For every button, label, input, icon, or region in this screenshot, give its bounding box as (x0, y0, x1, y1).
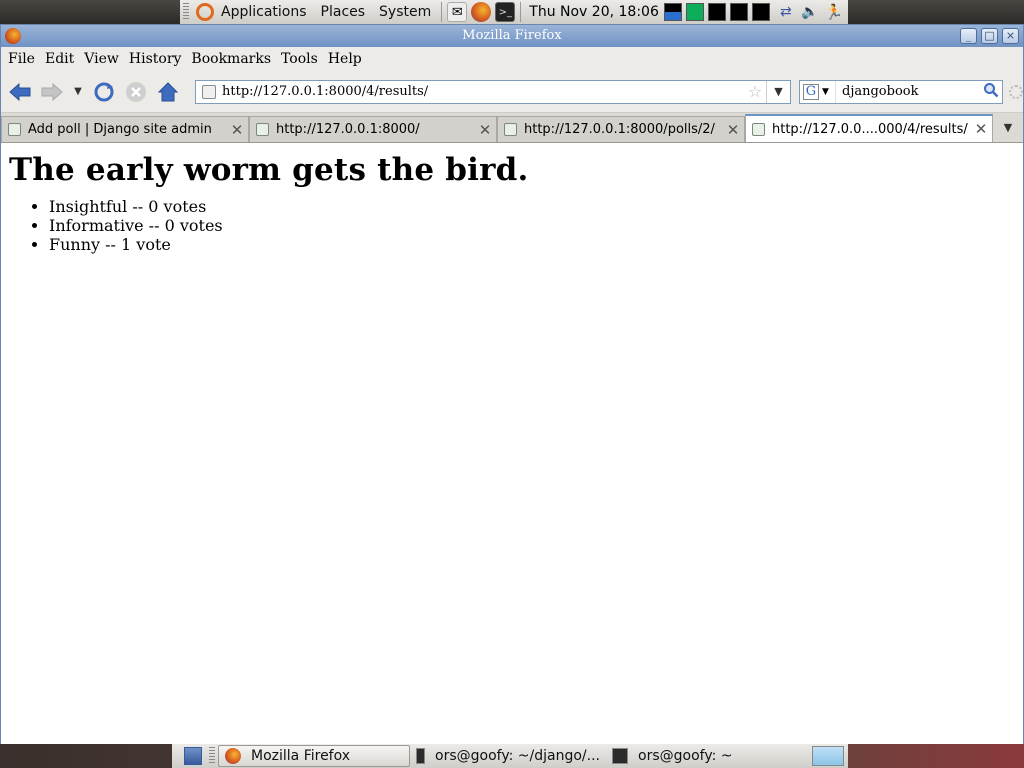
swap-monitor-icon (729, 3, 748, 21)
places-menu[interactable]: Places (314, 0, 373, 24)
terminal-icon (612, 748, 628, 764)
search-bar[interactable]: G ▼ djangobook (799, 79, 1003, 104)
bottom-panel: Mozilla Firefox ors@goofy: ~/django/... … (0, 744, 1024, 768)
task-label: ors@goofy: ~ (638, 748, 733, 764)
url-dropdown-button[interactable]: ▼ (766, 80, 790, 103)
google-icon: G (803, 83, 819, 100)
url-input[interactable]: http://127.0.0.1:8000/4/results/ (222, 84, 744, 99)
home-icon (157, 81, 179, 101)
firefox-icon[interactable] (471, 2, 492, 22)
panel-separator (520, 2, 522, 22)
forward-arrow-icon (41, 82, 63, 101)
cpu-monitor-icon (663, 3, 682, 21)
history-dropdown-button[interactable]: ▼ (69, 77, 87, 107)
page-icon (256, 123, 269, 136)
tab-title: http://127.0.0.1:8000/polls/2/ (524, 122, 715, 137)
logout-icon[interactable]: 🏃 (824, 2, 844, 22)
search-input[interactable]: djangobook (836, 84, 980, 99)
menu-help[interactable]: Help (323, 48, 367, 70)
menu-bookmarks[interactable]: Bookmarks (186, 48, 276, 70)
panel-separator (441, 2, 443, 22)
chevron-down-icon: ▼ (74, 86, 82, 97)
tab-close-icon[interactable]: ✕ (226, 121, 248, 139)
volume-icon[interactable]: 🔈 (800, 2, 820, 22)
menubar: File Edit View History Bookmarks Tools H… (1, 47, 1023, 71)
panel-handle[interactable] (183, 3, 189, 21)
url-bar[interactable]: http://127.0.0.1:8000/4/results/ ☆ ▼ (195, 79, 791, 104)
memory-monitor-icon (685, 3, 704, 21)
search-engine-selector[interactable]: G ▼ (800, 80, 836, 103)
tab-polls-2[interactable]: http://127.0.0.1:8000/polls/2/ ✕ (497, 116, 745, 142)
menu-history[interactable]: History (124, 48, 187, 70)
panel-handle[interactable] (209, 747, 215, 765)
page-icon (504, 123, 517, 136)
search-icon[interactable] (980, 82, 1002, 102)
maximize-button[interactable]: □ (981, 28, 998, 44)
system-menu[interactable]: System (372, 0, 438, 24)
menu-view[interactable]: View (79, 48, 124, 70)
back-button[interactable] (5, 77, 35, 107)
tab-home[interactable]: http://127.0.0.1:8000/ ✕ (249, 116, 497, 142)
menu-file[interactable]: File (3, 48, 40, 70)
tab-close-icon[interactable]: ✕ (722, 121, 744, 139)
task-terminal-home[interactable]: ors@goofy: ~ (606, 745, 796, 767)
tab-title: Add poll | Django site admin (28, 122, 212, 137)
page-icon (752, 122, 765, 136)
clock[interactable]: Thu Nov 20, 18:06 (524, 4, 664, 20)
navigation-toolbar: ▼ http://127.0.0.1:8000/4/results/ ☆ ▼ G… (1, 71, 1023, 113)
task-firefox[interactable]: Mozilla Firefox (218, 745, 410, 767)
page-content: The early worm gets the bird. Insightful… (1, 143, 1023, 744)
tab-close-icon[interactable]: ✕ (970, 120, 992, 138)
minimize-button[interactable]: _ (960, 28, 977, 44)
network-icon[interactable]: ⇄ (776, 2, 796, 22)
firefox-icon[interactable] (5, 28, 21, 44)
all-tabs-button[interactable]: ▼ (993, 114, 1023, 142)
tab-title: http://127.0.0.1:8000/ (276, 122, 420, 137)
site-identity-icon[interactable] (202, 84, 216, 99)
terminal-icon[interactable]: >_ (495, 2, 516, 22)
tab-results[interactable]: http://127.0.0....000/4/results/ ✕ (745, 114, 993, 142)
window-title: Mozilla Firefox (462, 28, 562, 43)
mail-icon[interactable]: ✉ (447, 2, 468, 22)
page-icon (8, 123, 21, 136)
bookmark-star-icon[interactable]: ☆ (744, 82, 766, 101)
menu-edit[interactable]: Edit (40, 48, 79, 70)
result-item: Informative -- 0 votes (49, 216, 1023, 235)
show-desktop-icon[interactable] (184, 747, 202, 765)
task-label: Mozilla Firefox (251, 748, 351, 764)
task-terminal-django[interactable]: ors@goofy: ~/django/... (410, 745, 606, 767)
home-button[interactable] (153, 77, 183, 107)
reload-button[interactable] (89, 77, 119, 107)
applications-menu[interactable]: Applications (214, 0, 314, 24)
fish-applet-icon[interactable] (812, 746, 844, 766)
ubuntu-logo-icon (196, 3, 214, 21)
task-label: ors@goofy: ~/django/... (435, 748, 600, 764)
menu-tools[interactable]: Tools (276, 48, 323, 70)
result-item: Funny -- 1 vote (49, 235, 1023, 254)
results-list: Insightful -- 0 votes Informative -- 0 v… (49, 197, 1023, 254)
taskbar: Mozilla Firefox ors@goofy: ~/django/... … (172, 744, 848, 768)
back-arrow-icon (9, 82, 31, 101)
top-panel: Applications Places System ✉ >_ Thu Nov … (0, 0, 1024, 24)
chevron-down-icon: ▼ (822, 86, 829, 97)
network-monitor-icon (707, 3, 726, 21)
firefox-icon (225, 748, 241, 764)
load-monitor-icon (751, 3, 770, 21)
terminal-icon (416, 748, 426, 764)
stop-button[interactable] (121, 77, 151, 107)
titlebar[interactable]: Mozilla Firefox _ □ × (1, 25, 1023, 47)
result-item: Insightful -- 0 votes (49, 197, 1023, 216)
tab-add-poll[interactable]: Add poll | Django site admin ✕ (1, 116, 249, 142)
tab-bar: Add poll | Django site admin ✕ http://12… (1, 113, 1023, 143)
tab-close-icon[interactable]: ✕ (474, 121, 496, 139)
poll-question-heading: The early worm gets the bird. (9, 152, 529, 188)
forward-button[interactable] (37, 77, 67, 107)
reload-icon (94, 82, 114, 101)
throbber-icon (1009, 84, 1023, 99)
top-panel-bar: Applications Places System ✉ >_ Thu Nov … (180, 0, 848, 24)
close-window-button[interactable]: × (1002, 28, 1019, 44)
tab-title: http://127.0.0....000/4/results/ (772, 121, 968, 137)
firefox-window: Mozilla Firefox _ □ × File Edit View His… (0, 24, 1024, 744)
stop-icon (126, 81, 146, 102)
